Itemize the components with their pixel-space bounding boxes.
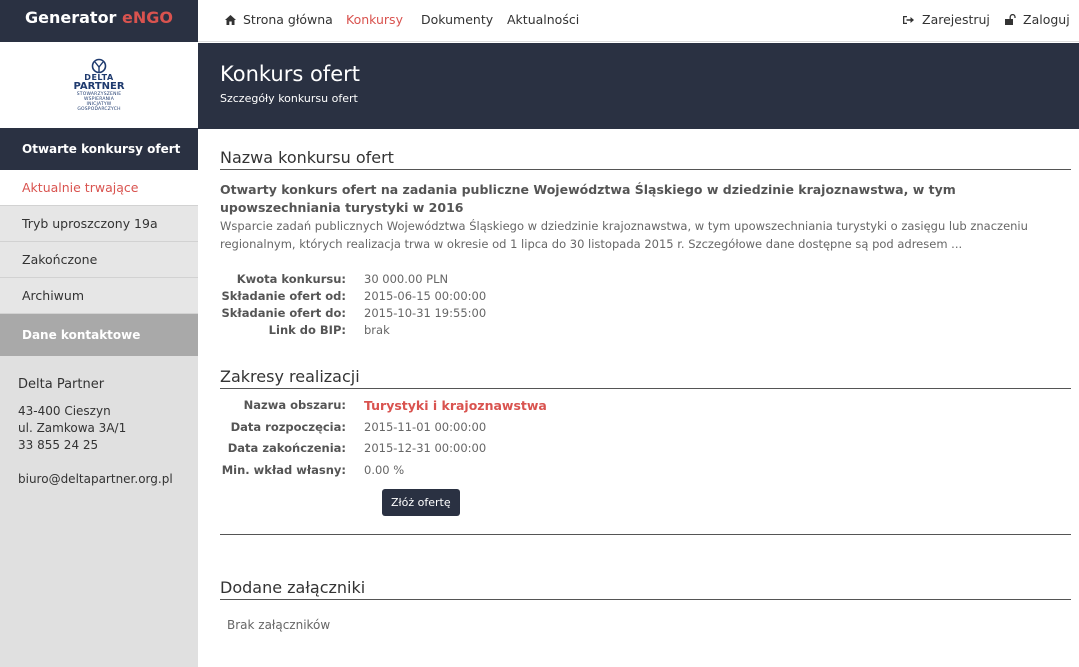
nav-login[interactable]: Zaloguj [1005,12,1070,27]
scope-details: Nazwa obszaru: Turystyki i krajoznawstwa… [220,395,1071,481]
sidebar-section-contact: Dane kontaktowe [0,314,198,356]
scope-row-start: Data rozpoczęcia: 2015-11-01 00:00:00 [220,417,1071,439]
sidebar-section-open-competitions[interactable]: Otwarte konkursy ofert [0,128,198,170]
scope-label: Min. wkład własny: [221,462,346,477]
nav-home-label: Strona główna [243,12,333,27]
delta-partner-logo: DELTA PARTNER STOWARZYSZENIE WSPIERANIA … [69,58,129,112]
nav-konkursy[interactable]: Konkursy [346,12,403,27]
detail-value: brak [364,323,390,337]
nav-home[interactable]: Strona główna [225,12,333,27]
scope-value: 2015-12-31 00:00:00 [364,441,487,455]
detail-label: Składanie ofert od: [221,289,347,303]
sidebar-item-simplified-19a[interactable]: Tryb uproszczony 19a [0,206,198,242]
detail-label: Kwota konkursu: [236,272,346,286]
scope-row-end: Data zakończenia: 2015-12-31 00:00:00 [220,438,1071,460]
contact-email[interactable]: biuro@deltapartner.org.pl [18,471,180,488]
page-subtitle: Szczegóły konkursu ofert [220,92,358,105]
scope-value: 0.00 % [364,462,405,477]
contact-address-1: 43-400 Cieszyn [18,404,111,418]
detail-value: 30 000.00 PLN [364,272,449,286]
attachments-empty-text: Brak załączników [227,618,331,632]
detail-value: 2015-06-15 00:00:00 [364,289,487,303]
nav-register-label: Zarejestruj [922,12,990,27]
sign-in-icon [903,15,914,24]
logo-small-4: GOSPODARCZYCH [77,107,121,112]
scope-label: Data zakończenia: [227,441,346,455]
page-title: Konkurs ofert [220,62,360,86]
organization-logo-box: DELTA PARTNER STOWARZYSZENIE WSPIERANIA … [0,42,198,128]
top-navigation: Strona główna Konkursy Dokumenty Aktualn… [198,0,1079,42]
section-scopes: Zakresy realizacji [220,367,1071,389]
detail-value: 2015-10-31 19:55:00 [364,306,487,320]
section-attachments: Dodane załączniki [220,578,1071,600]
competition-details: Kwota konkursu: 30 000.00 PLN Składanie … [220,271,1071,339]
logo-emblem-icon [91,58,107,74]
detail-row-from: Składanie ofert od: 2015-06-15 00:00:00 [220,288,1071,305]
scope-label: Data rozpoczęcia: [230,419,346,434]
scope-area-link[interactable]: Turystyki i krajoznawstwa [364,395,547,417]
nav-login-label: Zaloguj [1023,12,1070,27]
contact-name: Delta Partner [18,377,105,392]
nav-aktualnosci[interactable]: Aktualności [507,12,579,27]
contact-info: Delta Partner 43-400 Cieszyn ul. Zamkowa… [0,356,198,508]
detail-label: Składanie ofert do: [221,306,347,320]
detail-row-amount: Kwota konkursu: 30 000.00 PLN [220,271,1071,288]
home-icon [225,14,236,25]
nav-register[interactable]: Zarejestruj [903,12,990,27]
nav-dokumenty[interactable]: Dokumenty [421,12,493,27]
divider [220,534,1071,535]
submit-offer-button[interactable]: Złóż ofertę [382,489,460,516]
section-competition-name: Nazwa konkursu ofert [220,148,1071,170]
competition-title: Otwarty konkurs ofert na zadania publicz… [220,182,956,215]
sidebar-item-archive[interactable]: Archiwum [0,278,198,314]
detail-row-to: Składanie ofert do: 2015-10-31 19:55:00 [220,305,1071,322]
competition-description: Wsparcie zadań publicznych Województwa Ś… [220,219,1028,251]
contact-address-2: ul. Zamkowa 3A/1 [18,421,127,435]
detail-row-bip: Link do BIP: brak [220,322,1071,339]
scope-row-contribution: Min. wkład własny: 0.00 % [220,460,1071,482]
contact-phone: 33 855 24 25 [18,438,99,452]
sidebar-item-current[interactable]: Aktualnie trwające [0,170,198,206]
sidebar-item-finished[interactable]: Zakończone [0,242,198,278]
logo-line2: PARTNER [73,81,125,92]
detail-label: Link do BIP: [268,323,346,337]
sidebar: Generator eNGO DELTA PARTNER STOWARZYSZE… [0,0,198,667]
scope-value: 2015-11-01 00:00:00 [364,419,487,434]
scope-row-area: Nazwa obszaru: Turystyki i krajoznawstwa [220,395,1071,417]
scope-label: Nazwa obszaru: [243,398,346,412]
unlock-icon [1005,14,1016,25]
brand-accent: eNGO [122,8,173,27]
page-header: Konkurs ofert Szczegóły konkursu ofert [198,43,1079,129]
main-content: Nazwa konkursu ofert Otwarty konkurs ofe… [220,129,1071,632]
brand-logo[interactable]: Generator eNGO [0,0,198,42]
brand-name: Generator [25,8,123,27]
